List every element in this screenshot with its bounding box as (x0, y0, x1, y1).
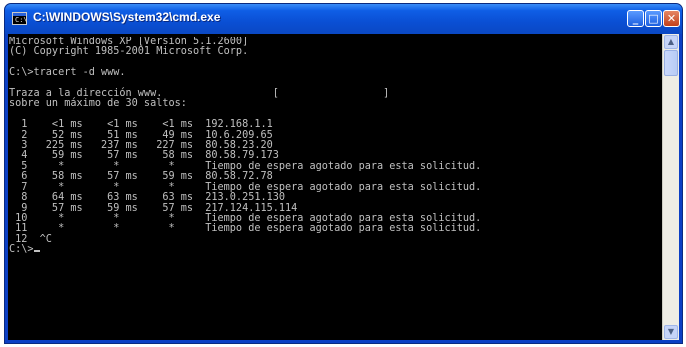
command-prompt: C:\> (9, 244, 34, 256)
console-line: 3 225 ms 237 ms 227 ms 80.58.23.20 (21, 140, 273, 152)
console-line: 6 58 ms 57 ms 59 ms 80.58.72.78 (21, 171, 273, 183)
console-area[interactable]: Microsoft Windows XP [Versión 5.1.2600] … (8, 34, 679, 340)
close-button[interactable]: ✕ (663, 10, 680, 27)
console-line: 10 * * * Tiempo de espera agotado para e… (15, 212, 482, 224)
console-line: 4 59 ms 57 ms 58 ms 80.58.79.173 (21, 150, 279, 162)
window-title: C:\WINDOWS\System32\cmd.exe (33, 10, 221, 24)
console-line: 11 * * * Tiempo de espera agotado para e… (15, 223, 482, 235)
console-line: 8 64 ms 63 ms 63 ms 213.0.251.130 (21, 192, 286, 204)
scroll-down-button[interactable]: ▼ (664, 325, 678, 339)
console-line: 12 ^C (15, 233, 52, 245)
cmd-icon[interactable]: C:\ (12, 12, 28, 25)
console-lines: Microsoft Windows XP [Versión 5.1.2600] … (9, 37, 481, 245)
console-output: Microsoft Windows XP [Versión 5.1.2600] … (9, 37, 665, 341)
maximize-button[interactable]: □ (645, 10, 662, 27)
console-line: 2 52 ms 51 ms 49 ms 10.6.209.65 (21, 129, 273, 141)
console-line: sobre un máximo de 30 saltos: (9, 98, 187, 110)
console-line: 5 * * * Tiempo de espera agotado para es… (21, 160, 482, 172)
vertical-scrollbar[interactable]: ▲ ▼ (662, 34, 679, 340)
text-cursor (33, 250, 40, 253)
console-line: (C) Copyright 1985-2001 Microsoft Corp. (9, 46, 249, 58)
cmd-window: C:\ C:\WINDOWS\System32\cmd.exe _ □ ✕ Mi… (4, 3, 683, 344)
console-line: C:\>tracert -d www. (9, 67, 126, 79)
scroll-thumb[interactable] (664, 50, 678, 76)
scroll-up-button[interactable]: ▲ (664, 35, 678, 49)
console-line: 1 <1 ms <1 ms <1 ms 192.168.1.1 (21, 119, 273, 131)
console-line: 7 * * * Tiempo de espera agotado para es… (21, 181, 482, 193)
minimize-button[interactable]: _ (627, 10, 644, 27)
title-bar[interactable]: C:\ C:\WINDOWS\System32\cmd.exe _ □ ✕ (5, 4, 682, 34)
console-line: 9 57 ms 59 ms 57 ms 217.124.115.114 (21, 202, 298, 214)
